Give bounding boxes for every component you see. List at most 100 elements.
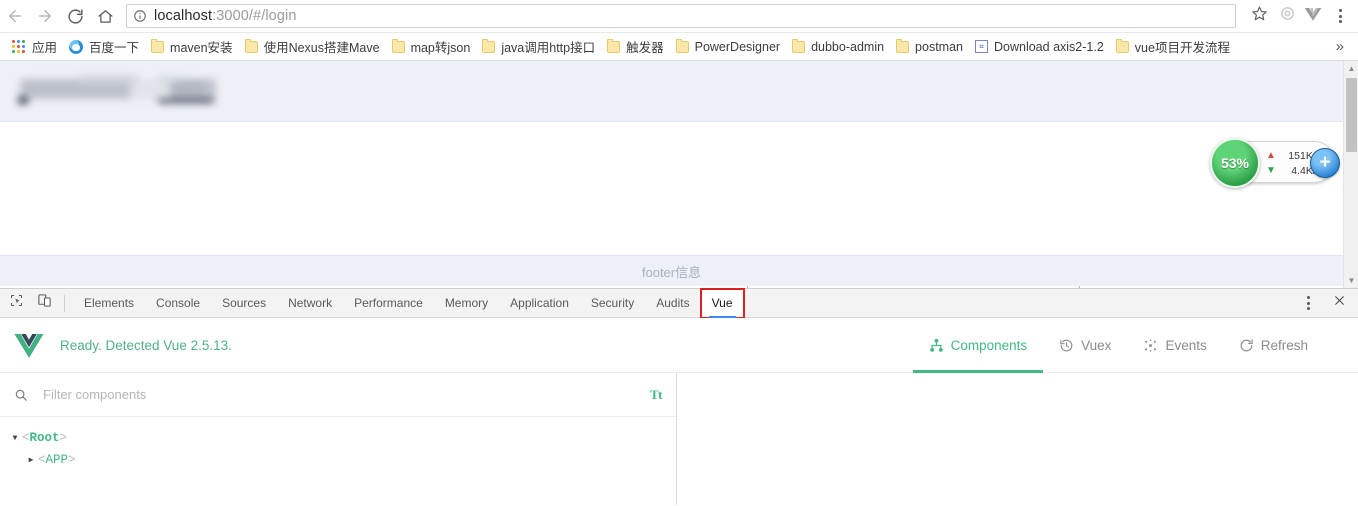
vue-tab-refresh[interactable]: Refresh	[1223, 318, 1324, 373]
page-scrollbar[interactable]: ▲ ▼	[1343, 61, 1358, 288]
bookmark-baidu[interactable]: 百度一下	[63, 36, 145, 58]
device-toolbar-button[interactable]	[32, 291, 56, 315]
arrow-right-icon	[36, 7, 54, 25]
bookmark-maven[interactable]: maven安装	[145, 36, 239, 58]
document-icon: ⌗	[975, 40, 988, 53]
vue-tab-label: Events	[1165, 337, 1207, 353]
circle-extension-icon	[1279, 5, 1296, 27]
scrollbar-thumb[interactable]	[1346, 78, 1357, 152]
bookmark-postman[interactable]: postman	[890, 36, 969, 58]
devtools-tab-network[interactable]: Network	[277, 289, 343, 318]
case-sensitive-icon[interactable]: Tt	[650, 387, 663, 403]
bookmark-java-http[interactable]: java调用http接口	[476, 36, 601, 58]
bookmark-vue-workflow[interactable]: vue项目开发流程	[1110, 36, 1236, 58]
folder-icon	[151, 38, 165, 53]
kebab-menu-icon-dot	[1338, 9, 1342, 12]
devtools-close-button[interactable]	[1326, 291, 1352, 315]
info-circle-icon[interactable]	[133, 9, 147, 23]
bookmark-star-button[interactable]	[1246, 3, 1272, 29]
devtools-tab-performance[interactable]: Performance	[343, 289, 434, 318]
devtools-tab-vue[interactable]: Vue	[699, 287, 745, 319]
vue-action-tabs: Components Vuex Events Refresh	[912, 318, 1358, 373]
address-bar[interactable]: localhost:3000/#/login	[126, 4, 1236, 28]
baidu-icon	[69, 39, 84, 54]
bookmark-label: map转json	[410, 41, 471, 55]
scroll-down-icon[interactable]: ▼	[1344, 273, 1358, 288]
bookmark-label: 百度一下	[89, 41, 140, 55]
browser-menu-button[interactable]	[1326, 3, 1354, 29]
bookmark-axis2[interactable]: ⌗ Download axis2-1.2	[969, 36, 1110, 58]
star-icon	[1251, 5, 1268, 27]
devtools-more-button[interactable]	[1294, 290, 1322, 316]
devtools-tab-audits[interactable]: Audits	[645, 289, 700, 318]
folder-icon	[391, 38, 405, 53]
bookmarks-overflow-button[interactable]: »	[1330, 38, 1350, 55]
bookmark-label: postman	[915, 39, 963, 54]
bookmark-label: 触发器	[626, 41, 664, 55]
inspect-element-button[interactable]	[4, 291, 28, 315]
toolbar-divider	[64, 294, 65, 312]
component-filter-row: Tt	[0, 373, 676, 417]
devtools-panel: Elements Console Sources Network Perform…	[0, 287, 1358, 506]
devtools-tab-console[interactable]: Console	[145, 289, 211, 318]
filter-components-input[interactable]	[41, 386, 650, 403]
network-speed-widget[interactable]: 53% ▲ 151K/s ▼ 4.4K/s +	[1210, 138, 1340, 188]
component-tree-pane: Tt ▼ < Root > ▶ < APP >	[0, 373, 677, 505]
vue-tab-events[interactable]: Events	[1127, 318, 1222, 373]
scroll-up-icon[interactable]: ▲	[1344, 61, 1358, 76]
url-host: localhost	[154, 8, 213, 24]
vue-tab-label: Refresh	[1260, 337, 1308, 353]
close-icon	[1333, 294, 1346, 312]
bookmark-trigger[interactable]: 触发器	[601, 36, 670, 58]
speed-add-button[interactable]: +	[1310, 148, 1340, 178]
tag-bracket-close: >	[68, 453, 76, 467]
bookmark-nexus[interactable]: 使用Nexus搭建Mave	[239, 36, 386, 58]
events-icon	[1143, 338, 1158, 353]
chevron-down-icon[interactable]: ▼	[8, 434, 22, 443]
apps-grid-icon	[12, 39, 26, 54]
kebab-menu-icon-dot	[1338, 14, 1342, 18]
vue-devtools-content: Ready. Detected Vue 2.5.13. Components V…	[0, 318, 1358, 506]
vue-tab-components[interactable]: Components	[912, 318, 1044, 373]
chevron-right-icon[interactable]: ▶	[24, 455, 38, 465]
devtools-tab-security[interactable]: Security	[580, 289, 645, 318]
devtools-tab-memory[interactable]: Memory	[434, 289, 499, 318]
arrow-up-icon: ▲	[1266, 150, 1276, 161]
tree-node-app[interactable]: ▶ < APP >	[0, 449, 676, 471]
devtools-tab-elements[interactable]: Elements	[73, 289, 145, 318]
bookmark-map2json[interactable]: map转json	[386, 36, 477, 58]
components-icon	[929, 338, 944, 353]
speed-percent-dial: 53%	[1210, 138, 1260, 188]
vue-tab-vuex[interactable]: Vuex	[1043, 318, 1127, 373]
bookmark-label: vue项目开发流程	[1134, 41, 1230, 55]
forward-button[interactable]	[30, 1, 60, 31]
bookmark-dubbo-admin[interactable]: dubbo-admin	[786, 36, 890, 58]
folder-icon	[1115, 38, 1129, 53]
bookmark-label: Download axis2-1.2	[994, 39, 1104, 54]
tag-bracket-close: >	[59, 431, 68, 445]
bookmark-apps[interactable]: 应用	[6, 36, 63, 58]
back-button[interactable]	[0, 1, 30, 31]
bookmark-label: 应用	[32, 41, 58, 55]
vue-devtools-extension-button[interactable]	[1300, 3, 1326, 29]
home-button[interactable]	[90, 1, 120, 31]
arrow-down-icon: ▼	[1266, 165, 1276, 176]
site-body	[0, 122, 1343, 288]
tree-node-root[interactable]: ▼ < Root >	[0, 427, 676, 449]
bookmark-label: maven安装	[170, 41, 233, 55]
folder-icon	[896, 38, 910, 53]
vue-status-text: Ready. Detected Vue 2.5.13.	[60, 337, 232, 353]
vue-tab-label: Components	[950, 337, 1028, 353]
vue-panel-header: Ready. Detected Vue 2.5.13. Components V…	[0, 318, 1358, 373]
reload-button[interactable]	[60, 1, 90, 31]
folder-icon	[607, 38, 621, 53]
vuex-history-icon	[1059, 338, 1074, 353]
devtools-tabbar-right	[1294, 290, 1358, 316]
extension-button-circle[interactable]	[1274, 3, 1300, 29]
bookmark-powerdesigner[interactable]: PowerDesigner	[670, 36, 786, 58]
devtools-tab-application[interactable]: Application	[499, 289, 580, 318]
devtools-tab-sources[interactable]: Sources	[211, 289, 277, 318]
url-path: :3000/#/login	[212, 8, 297, 24]
tree-node-label: Root	[29, 431, 60, 445]
vue-panel-split: Tt ▼ < Root > ▶ < APP >	[0, 373, 1358, 505]
